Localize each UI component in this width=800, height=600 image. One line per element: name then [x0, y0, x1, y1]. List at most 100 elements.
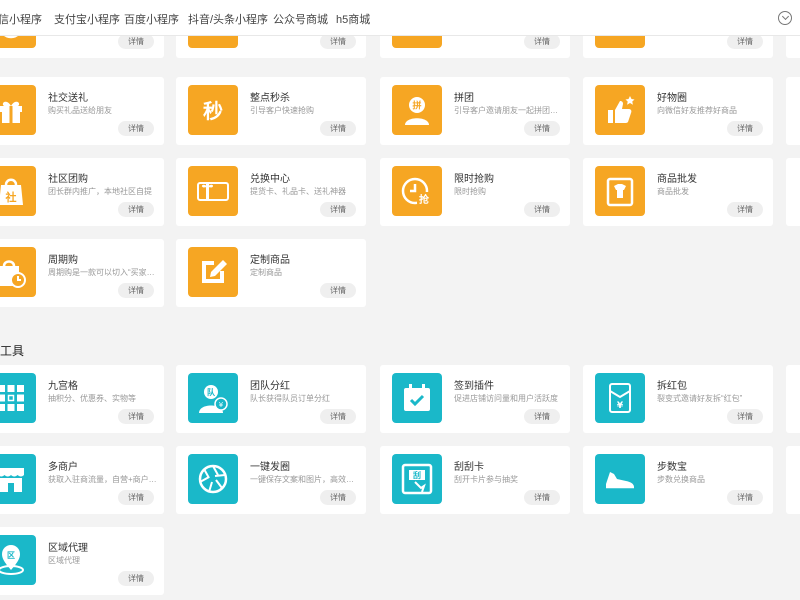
plugin-description: 引导客户邀请朋友一起拼团购买: [454, 106, 564, 115]
detail-button[interactable]: 详情: [320, 283, 356, 298]
detail-button[interactable]: 详情: [118, 409, 154, 424]
plugin-card-wholesale[interactable]: 商品批发 商品批发 详情: [583, 158, 773, 226]
plugin-title: 好物圈: [657, 93, 687, 104]
detail-button[interactable]: 详情: [727, 121, 763, 136]
plugin-description: 促进店铺访问量和用户活跃度: [454, 394, 558, 403]
svg-text:抢: 抢: [419, 193, 430, 206]
plugin-card-community-group-buy[interactable]: 社 社区团购 团长群内推广，本地社区自提 详情: [0, 158, 164, 226]
plugin-title: 拼团: [454, 93, 474, 104]
shirt-box-icon: [595, 166, 645, 216]
plugin-card[interactable]: [786, 158, 800, 226]
download-icon[interactable]: [778, 11, 792, 25]
detail-button[interactable]: 详情: [524, 409, 560, 424]
platform-tab-bar: 信小程序 支付宝小程序 百度小程序 抖音/头条小程序 公众号商城 h5商城: [0, 0, 800, 36]
detail-button[interactable]: 详情: [118, 490, 154, 505]
section-title-tools: 工具: [0, 344, 25, 358]
detail-button[interactable]: 详情: [727, 490, 763, 505]
plugin-card-multi-merchant[interactable]: 多商户 获取入驻商流量，自营+商户入驻 详情: [0, 446, 164, 514]
plugin-card-group-buy[interactable]: 拼 拼团 引导客户邀请朋友一起拼团购买 详情: [380, 77, 570, 145]
detail-button[interactable]: 详情: [524, 490, 560, 505]
plugin-description: 团长群内推广，本地社区自提: [48, 187, 152, 196]
tab-h5-mall[interactable]: h5商城: [336, 11, 370, 27]
detail-button[interactable]: 详情: [320, 409, 356, 424]
plugin-description: 区域代理: [48, 556, 80, 565]
tab-official-account-mall[interactable]: 公众号商城: [273, 11, 328, 27]
plugin-title: 一键发圈: [250, 462, 290, 473]
detail-button[interactable]: 详情: [118, 283, 154, 298]
plugin-card[interactable]: [786, 365, 800, 433]
detail-button[interactable]: 详情: [727, 409, 763, 424]
gift-icon: [0, 85, 36, 135]
location-pin-icon: 区: [0, 535, 36, 585]
plugin-card-social-gift[interactable]: 社交送礼 购买礼品送给朋友 详情: [0, 77, 164, 145]
plugin-card-periodic-purchase[interactable]: 周期购 周期购是一款可以切入“买家… 详情: [0, 239, 164, 307]
detail-button[interactable]: 详情: [118, 34, 154, 49]
detail-button[interactable]: 详情: [118, 121, 154, 136]
tab-baidu-mini-program[interactable]: 百度小程序: [124, 11, 179, 27]
calendar-check-icon: [392, 373, 442, 423]
plugin-card-check-in[interactable]: 签到插件 促进店铺访问量和用户活跃度 详情: [380, 365, 570, 433]
detail-button[interactable]: 详情: [320, 490, 356, 505]
qiang-clock-icon: 抢: [392, 166, 442, 216]
svg-text:¥: ¥: [219, 401, 224, 409]
plugin-title: 整点秒杀: [250, 93, 290, 104]
detail-button[interactable]: 详情: [320, 34, 356, 49]
detail-button[interactable]: 详情: [320, 202, 356, 217]
svg-text:区: 区: [7, 551, 15, 560]
plugin-card-flash-sale[interactable]: 秒 整点秒杀 引导客户快速抢购 详情: [176, 77, 366, 145]
pin-icon: 拼: [392, 85, 442, 135]
plugin-title: 社区团购: [48, 174, 88, 185]
detail-button[interactable]: 详情: [524, 34, 560, 49]
detail-button[interactable]: 详情: [118, 571, 154, 586]
plugin-title: 刮刮卡: [454, 462, 484, 473]
plugin-card-one-click-share[interactable]: 一键发圈 一键保存文案和图片，高效发… 详情: [176, 446, 366, 514]
plugin-card-good-items[interactable]: 好物圈 向微信好友推荐好商品 详情: [583, 77, 773, 145]
plugin-title: 拆红包: [657, 381, 687, 392]
plugin-description: 定制商品: [250, 268, 282, 277]
plugin-title: 区域代理: [48, 543, 88, 554]
plugin-description: 引导客户快速抢购: [250, 106, 314, 115]
tab-wechat-mini-program[interactable]: 信小程序: [0, 11, 42, 27]
plugin-card-exchange-center[interactable]: 兑换中心 提货卡、礼品卡、送礼神器 详情: [176, 158, 366, 226]
plugin-title: 多商户: [48, 462, 78, 473]
detail-button[interactable]: 详情: [727, 34, 763, 49]
plugin-card-custom-product[interactable]: 定制商品 定制商品 详情: [176, 239, 366, 307]
grid-icon: [0, 373, 36, 423]
sneaker-icon: [595, 454, 645, 504]
gift-card-icon: [188, 166, 238, 216]
plugin-title: 团队分红: [250, 381, 290, 392]
team-user-icon: ¥ 队: [188, 373, 238, 423]
detail-button[interactable]: 详情: [524, 202, 560, 217]
plugin-description: 限时抢购: [454, 187, 486, 196]
plugin-card-limited-time-sale[interactable]: 抢 限时抢购 限时抢购 详情: [380, 158, 570, 226]
plugin-title: 社交送礼: [48, 93, 88, 104]
scratch-card-icon: 刮: [392, 454, 442, 504]
plugin-description: 获取入驻商流量，自营+商户入驻: [48, 475, 158, 484]
plugin-card[interactable]: [786, 446, 800, 514]
detail-button[interactable]: 详情: [320, 121, 356, 136]
miao-icon: 秒: [188, 85, 238, 135]
svg-text:¥: ¥: [617, 401, 624, 411]
plugin-card-team-dividend[interactable]: ¥ 队 团队分红 队长获得队员订单分红 详情: [176, 365, 366, 433]
tab-douyin-toutiao-mini-program[interactable]: 抖音/头条小程序: [188, 11, 268, 27]
shutter-icon: [188, 454, 238, 504]
plugin-card-regional-agent[interactable]: 区 区域代理 区域代理 详情: [0, 527, 164, 595]
plugin-card[interactable]: [786, 77, 800, 145]
tab-alipay-mini-program[interactable]: 支付宝小程序: [54, 11, 120, 27]
calendar-bag-icon: [0, 247, 36, 297]
svg-text:刮: 刮: [413, 470, 421, 480]
plugin-description: 抽积分、优惠券、实物等: [48, 394, 136, 403]
plugin-description: 购买礼品送给朋友: [48, 106, 112, 115]
detail-button[interactable]: 详情: [727, 202, 763, 217]
plugin-title: 签到插件: [454, 381, 494, 392]
plugin-description: 商品批发: [657, 187, 689, 196]
detail-button[interactable]: 详情: [118, 202, 154, 217]
plugin-card-scratch-card[interactable]: 刮 刮刮卡 刮开卡片参与抽奖 详情: [380, 446, 570, 514]
plugin-card-red-packet[interactable]: ¥ 拆红包 裂变式邀请好友拆“红包” 详情: [583, 365, 773, 433]
pencil-edit-icon: [188, 247, 238, 297]
detail-button[interactable]: 详情: [524, 121, 560, 136]
plugin-description: 向微信好友推荐好商品: [657, 106, 737, 115]
plugin-description: 周期购是一款可以切入“买家…: [48, 268, 155, 277]
plugin-card-nine-grid[interactable]: 九宫格 抽积分、优惠券、实物等 详情: [0, 365, 164, 433]
plugin-card-step-treasure[interactable]: 步数宝 步数兑换商品 详情: [583, 446, 773, 514]
